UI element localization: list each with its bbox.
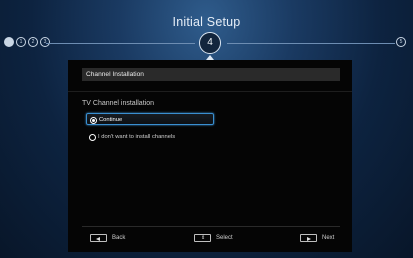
footer-key-hints: Back ⇕ Select Next <box>68 234 352 246</box>
radio-checked-icon <box>90 116 97 124</box>
footer-divider <box>82 226 340 227</box>
completed-steps: 1 2 3 <box>4 37 50 47</box>
back-button[interactable]: Back <box>90 234 125 242</box>
next-button[interactable]: Next <box>300 234 334 242</box>
select-button[interactable]: ⇕ Select <box>194 234 233 242</box>
page-title: Initial Setup <box>172 15 241 29</box>
setup-panel: Channel Installation TV Channel installa… <box>68 60 352 252</box>
up-down-key-icon: ⇕ <box>194 234 211 242</box>
section-title: Channel Installation <box>82 68 340 81</box>
subheading: TV Channel installation <box>82 100 154 107</box>
right-arrow-key-icon <box>300 234 317 242</box>
divider <box>68 91 352 92</box>
back-label: Back <box>112 235 126 241</box>
step-indicator: 2 <box>28 37 38 47</box>
next-label: Next <box>322 235 335 241</box>
step-indicator: 5 <box>396 37 406 47</box>
radio-unchecked-icon <box>89 133 96 141</box>
select-label: Select <box>216 235 233 241</box>
progress-track-right <box>227 43 395 44</box>
option-continue[interactable]: Continue <box>86 113 214 125</box>
option-label: I don't want to install channels <box>98 134 176 140</box>
option-skip-channels[interactable]: I don't want to install channels <box>86 131 214 143</box>
progress-track-left <box>46 43 195 44</box>
upcoming-steps: 5 <box>396 37 406 47</box>
setup-screen: Initial Setup 1 2 3 4 5 Channel Installa… <box>0 0 413 258</box>
option-label: Continue <box>99 117 123 123</box>
current-step-indicator: 4 <box>199 32 221 54</box>
step-indicator: 3 <box>40 37 50 47</box>
left-arrow-key-icon <box>90 234 107 242</box>
step-indicator: 1 <box>16 37 26 47</box>
step-indicator-completed <box>4 37 14 47</box>
